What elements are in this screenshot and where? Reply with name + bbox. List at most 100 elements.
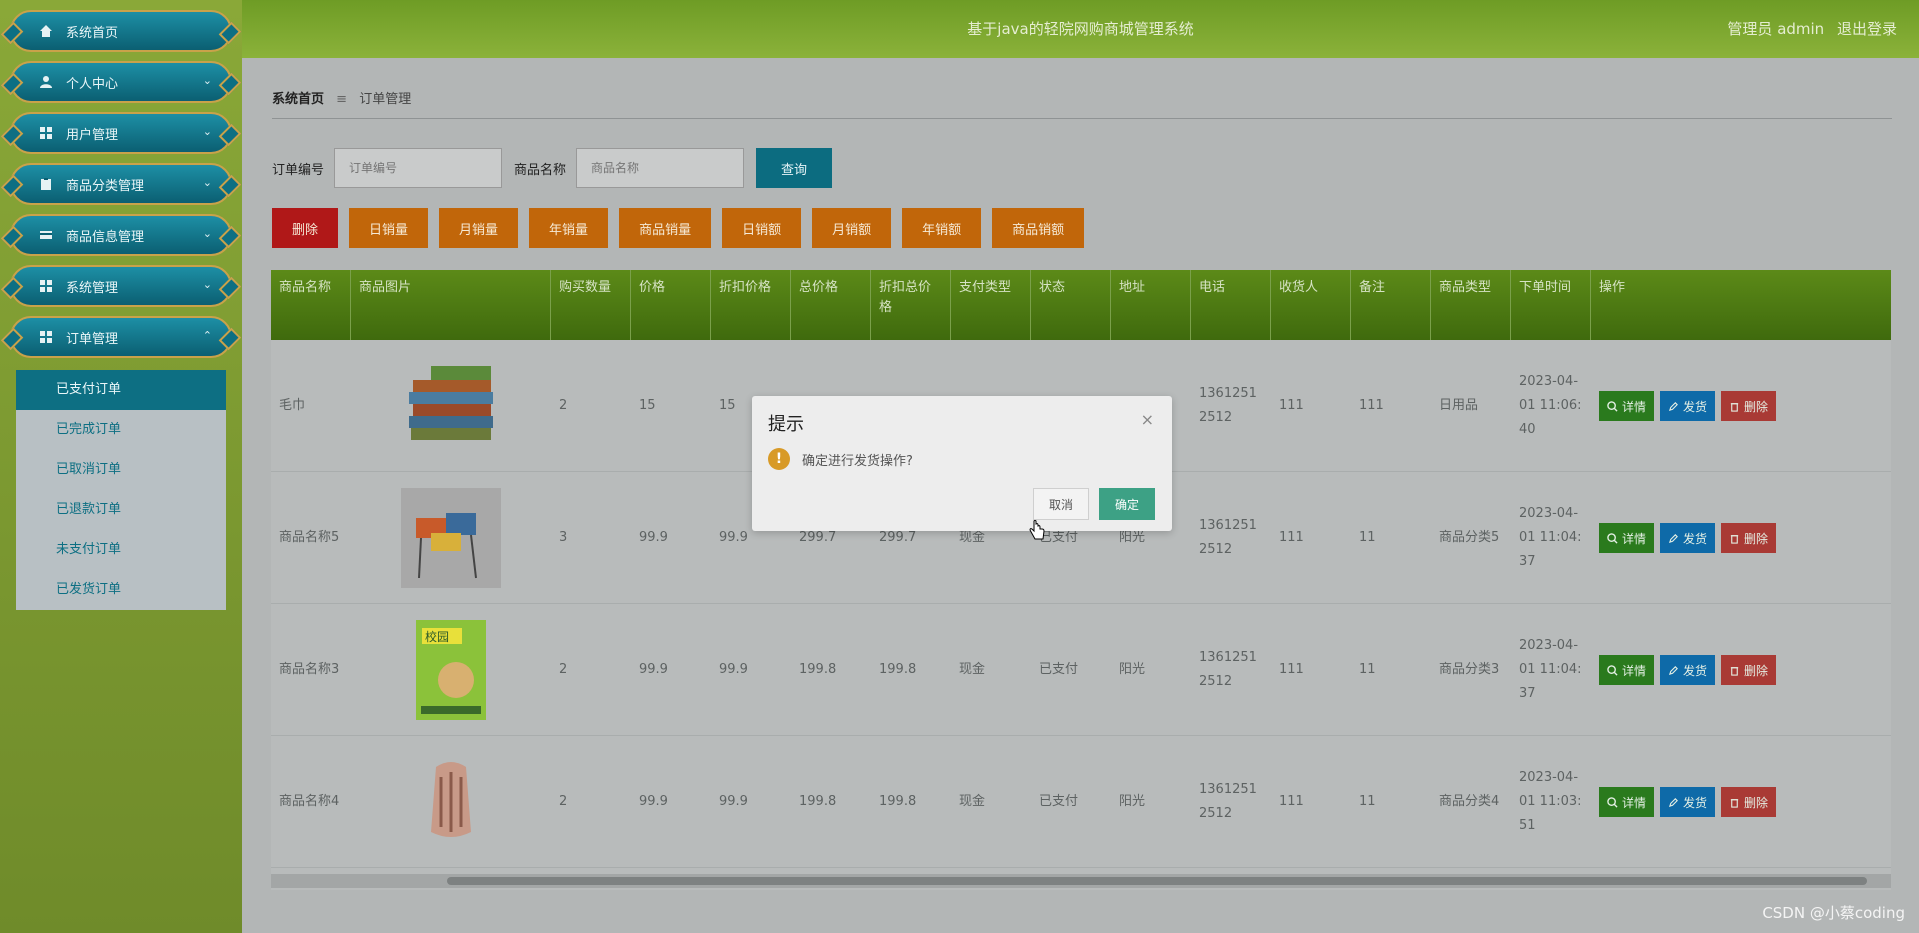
close-icon[interactable]: × [1141,410,1154,429]
submenu-item-unpaid[interactable]: 未支付订单 [16,530,226,570]
product-image-backpack [351,736,551,868]
col-header[interactable]: 商品图片 [351,270,551,340]
submenu-item-refunded[interactable]: 已退款订单 [16,490,226,530]
cell-name: 商品名称5 [279,530,340,545]
order-no-input[interactable] [334,148,503,188]
breadcrumb-home[interactable]: 系统首页 [272,92,324,107]
sidebar-item-profile[interactable]: 个人中心 ⌄ [10,61,232,103]
monthly-sales-amount-button[interactable]: 月销额 [812,208,892,248]
monthly-sales-qty-button[interactable]: 月销量 [439,208,519,248]
sidebar-item-label: 商品信息管理 [66,229,145,245]
cell-ops: 详情 发货 删除 [1591,736,1871,868]
query-button[interactable]: 查询 [756,148,833,188]
sidebar-item-system[interactable]: 系统管理 ⌄ [10,265,232,307]
cell-pay-type: 现金 [959,794,986,809]
col-header[interactable]: 折扣总价格 [871,270,951,340]
col-header[interactable]: 收货人 [1271,270,1351,340]
col-header[interactable]: 状态 [1031,270,1111,340]
cell-discount-price: 99.9 [719,662,748,677]
cell-time: 2023-04-01 11:03:51 [1519,770,1582,833]
trash-icon [1730,534,1739,544]
col-header[interactable]: 支付类型 [951,270,1031,340]
ship-button[interactable]: 发货 [1660,787,1716,817]
horizontal-scrollbar[interactable] [271,874,1891,888]
submenu-item-paid[interactable]: 已支付订单 [16,370,226,410]
detail-button[interactable]: 详情 [1599,787,1655,817]
chevron-down-icon: ⌄ [202,227,212,240]
cell-discount-price: 99.9 [719,794,748,809]
yearly-sales-amount-button[interactable]: 年销额 [902,208,982,248]
hand-cursor-icon [1028,520,1046,546]
product-name-input[interactable] [576,148,745,188]
delete-row-button[interactable]: 删除 [1721,655,1777,685]
orders-submenu: 已支付订单 已完成订单 已取消订单 已退款订单 未支付订单 已发货订单 [16,370,226,610]
trash-icon [1730,666,1739,676]
col-header[interactable]: 商品名称 [271,270,351,340]
confirm-button[interactable]: 确定 [1099,488,1155,520]
daily-sales-qty-button[interactable]: 日销量 [349,208,429,248]
col-header[interactable]: 地址 [1111,270,1191,340]
col-header[interactable]: 折扣价格 [711,270,791,340]
col-header[interactable]: 电话 [1191,270,1271,340]
detail-button[interactable]: 详情 [1599,391,1655,421]
sidebar-item-products[interactable]: 商品信息管理 ⌄ [10,214,232,256]
delete-row-button[interactable]: 删除 [1721,787,1777,817]
user-area: 管理员 admin 退出登录 [1719,18,1897,39]
ship-button[interactable]: 发货 [1660,391,1716,421]
cell-type: 商品分类3 [1439,662,1500,677]
scrollbar-thumb[interactable] [447,877,1867,885]
sidebar-item-label: 个人中心 [66,76,119,92]
cell-receiver: 111 [1279,794,1304,809]
cell-note: 111 [1359,398,1384,413]
order-no-label: 订单编号 [272,162,325,178]
product-sales-amount-button[interactable]: 商品销额 [992,208,1085,248]
daily-sales-amount-button[interactable]: 日销额 [722,208,802,248]
delete-row-button[interactable]: 删除 [1721,391,1777,421]
col-header: 操作 [1599,280,1626,295]
product-image-towels [351,340,551,472]
grid-icon [38,329,54,345]
cancel-button[interactable]: 取消 [1033,488,1089,520]
submenu-item-shipped[interactable]: 已发货订单 [16,570,226,610]
product-sales-qty-button[interactable]: 商品销量 [619,208,712,248]
clipboard-icon [38,176,54,192]
col-header[interactable]: 购买数量 [551,270,631,340]
sidebar-item-label: 商品分类管理 [66,178,145,194]
col-header[interactable]: 备注 [1351,270,1431,340]
submenu-item-cancelled[interactable]: 已取消订单 [16,450,226,490]
sidebar-item-label: 用户管理 [66,127,119,143]
sidebar-item-category[interactable]: 商品分类管理 ⌄ [10,163,232,205]
submenu-item-completed[interactable]: 已完成订单 [16,410,226,450]
cell-time: 2023-04-01 11:04:37 [1519,638,1582,701]
search-icon [1607,796,1618,808]
ship-button[interactable]: 发货 [1660,523,1716,553]
cell-type: 商品分类5 [1439,530,1500,545]
sidebar: 系统首页 个人中心 ⌄ 用户管理 ⌄ 商品分类管理 ⌄ 商品信息管理 ⌄ 系统管… [0,0,242,933]
sidebar-item-orders[interactable]: 订单管理 ⌃ [10,316,232,358]
sidebar-item-users[interactable]: 用户管理 ⌄ [10,112,232,154]
col-header[interactable]: 商品类型 [1431,270,1511,340]
chevron-down-icon: ⌄ [202,74,212,87]
chevron-down-icon: ⌄ [202,176,212,189]
col-header[interactable]: 总价格 [791,270,871,340]
cell-ops: 详情 发货 删除 [1591,604,1871,736]
delete-button[interactable]: 删除 [272,208,339,248]
cell-type: 日用品 [1439,398,1479,413]
cell-phone: 13612512512 [1199,650,1257,689]
detail-button[interactable]: 详情 [1599,655,1655,685]
col-header[interactable]: 下单时间 [1511,270,1591,340]
grid-icon [38,125,54,141]
sidebar-item-home[interactable]: 系统首页 [10,10,232,52]
delete-row-button[interactable]: 删除 [1721,523,1777,553]
home-icon [38,23,54,39]
dialog-body: ! 确定进行发货操作? [768,448,913,470]
col-header[interactable]: 价格 [631,270,711,340]
yearly-sales-qty-button[interactable]: 年销量 [529,208,609,248]
detail-button[interactable]: 详情 [1599,523,1655,553]
cell-name: 毛巾 [279,398,306,413]
ship-button[interactable]: 发货 [1660,655,1716,685]
cell-phone: 13612512512 [1199,782,1257,821]
table-row: 商品名称3 校园 2 99.9 99.9 199.8 199.8 现金 已支付 … [271,604,1891,736]
breadcrumb-separator: ≡ [336,92,348,107]
logout-link[interactable]: 退出登录 [1837,20,1897,38]
